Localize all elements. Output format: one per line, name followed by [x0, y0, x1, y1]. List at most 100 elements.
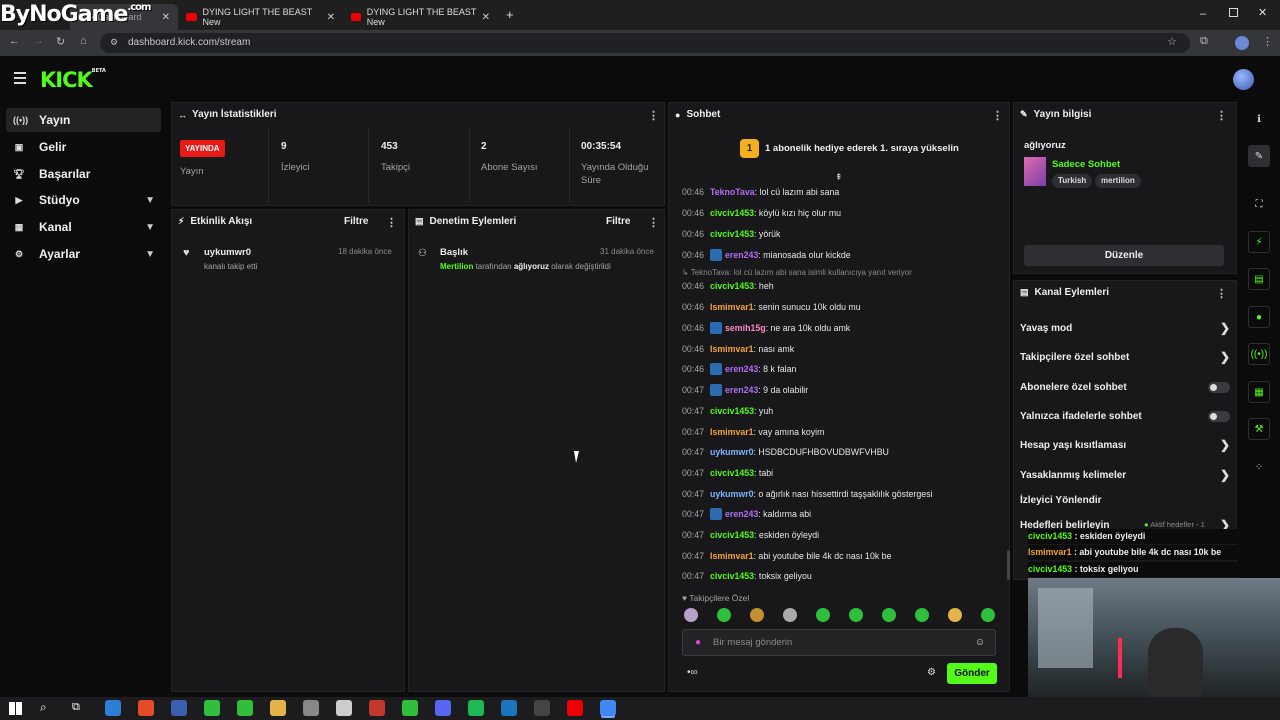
chat-username[interactable]: eren243: [725, 250, 758, 260]
toggle-switch[interactable]: [1208, 381, 1230, 393]
chat-username[interactable]: TeknoTava: [710, 187, 755, 197]
bolt-rail-icon[interactable]: ⚡︎: [1248, 231, 1270, 253]
sidebar-item-kanal[interactable]: ▦ Kanal ▼: [6, 215, 161, 239]
edit-stream-button[interactable]: Düzenle: [1024, 245, 1224, 266]
emote-icon[interactable]: [981, 608, 995, 622]
chat-menu-icon[interactable]: ⋮: [992, 109, 1003, 122]
steam-icon[interactable]: [501, 700, 517, 716]
sidebar-item-gelir[interactable]: ▣ Gelir: [6, 135, 161, 159]
stats-menu-icon[interactable]: ⋮: [648, 109, 659, 122]
chat-username[interactable]: civciv1453: [710, 208, 754, 218]
extensions-icon[interactable]: ⧉: [1200, 35, 1208, 48]
edit-icon[interactable]: ✎: [1248, 145, 1270, 167]
reload-icon[interactable]: ↻: [56, 35, 65, 48]
moderation-actor[interactable]: Mertilion: [440, 262, 473, 271]
activity-menu-icon[interactable]: ⋮: [386, 216, 397, 229]
chat-username[interactable]: civciv1453: [710, 406, 754, 416]
settings-app-icon[interactable]: [336, 700, 352, 716]
chat-username[interactable]: eren243: [725, 385, 758, 395]
moderation-menu-icon[interactable]: ⋮: [648, 216, 659, 229]
emote-icon[interactable]: [783, 608, 797, 622]
chat-rail-icon[interactable]: ●: [1248, 306, 1270, 328]
obs-icon[interactable]: [402, 700, 418, 716]
sidebar-item-studyo[interactable]: ▶ Stüdyo ▼: [6, 188, 161, 212]
chat-username[interactable]: uykumwr0: [710, 489, 754, 499]
new-tab-button[interactable]: +: [506, 7, 514, 22]
emote-icon[interactable]: [915, 608, 929, 622]
windows-start-icon[interactable]: [9, 702, 22, 715]
chat-username[interactable]: Ismimvar1: [710, 427, 754, 437]
browser-tab-youtube-2[interactable]: DYING LIGHT THE BEAST New ✕: [343, 4, 498, 30]
chat-username[interactable]: Ismimvar1: [710, 302, 754, 312]
emote-icon[interactable]: [816, 608, 830, 622]
task-view-icon[interactable]: ⧉: [72, 701, 80, 714]
channel-action-row[interactable]: Abonelere özel sohbet: [1020, 379, 1230, 395]
chat-username[interactable]: civciv1453: [710, 281, 754, 291]
chat-username[interactable]: civciv1453: [710, 530, 754, 540]
wrench-rail-icon[interactable]: ⚒: [1248, 418, 1270, 440]
chat-points-icon[interactable]: •∞: [687, 667, 698, 678]
broadcast-rail-icon[interactable]: ((•)): [1248, 343, 1270, 365]
info-icon[interactable]: ℹ︎: [1248, 108, 1270, 130]
channel-action-row[interactable]: Yasaklanmış kelimeler ❯: [1020, 467, 1230, 483]
browser-icon[interactable]: [600, 700, 616, 716]
emote-icon[interactable]: [750, 608, 764, 622]
browser-tab-youtube-1[interactable]: DYING LIGHT THE BEAST New ✕: [178, 4, 343, 30]
fullscreen-icon[interactable]: ⛶: [1248, 193, 1270, 215]
pinned-gift-banner[interactable]: 1 1 abonelik hediye ederek 1. sıraya yük…: [740, 139, 959, 158]
close-icon[interactable]: ✕: [327, 12, 335, 23]
opera-icon[interactable]: [567, 700, 583, 716]
tag-chip[interactable]: Turkish: [1052, 174, 1093, 188]
emoji-icon[interactable]: ☺: [975, 637, 985, 648]
minimize-icon[interactable]: –: [1200, 8, 1206, 20]
browser-menu-icon[interactable]: ⋮: [1262, 35, 1273, 48]
chat-username[interactable]: Ismimvar1: [710, 551, 754, 561]
emote-icon[interactable]: [849, 608, 863, 622]
discord-icon[interactable]: [435, 700, 451, 716]
apps-icon[interactable]: ⁘: [1248, 456, 1270, 478]
chat-username[interactable]: eren243: [725, 364, 758, 374]
stats-rail-icon[interactable]: ▦: [1248, 381, 1270, 403]
epic-icon[interactable]: [534, 700, 550, 716]
activity-user[interactable]: uykumwr0: [204, 247, 251, 258]
close-icon[interactable]: ✕: [162, 12, 170, 23]
chat-username[interactable]: semih15g: [725, 323, 766, 333]
sidebar-item-ayarlar[interactable]: ⚙ Ayarlar ▼: [6, 242, 161, 266]
chat-username[interactable]: civciv1453: [710, 571, 754, 581]
folder-icon[interactable]: [270, 700, 286, 716]
channel-action-row[interactable]: Takipçilere özel sohbet ❯: [1020, 349, 1230, 365]
channel-action-row[interactable]: Hesap yaşı kısıtlaması ❯: [1020, 437, 1230, 453]
window-close-icon[interactable]: ✕: [1258, 6, 1267, 19]
site-info-icon[interactable]: ⚙: [110, 37, 118, 48]
moderation-filter-button[interactable]: Filtre: [606, 216, 630, 227]
url-field[interactable]: dashboard.kick.com/stream: [100, 33, 1190, 53]
back-icon[interactable]: ←: [9, 35, 20, 47]
search-icon[interactable]: ⌕: [40, 700, 47, 715]
chat-input[interactable]: ● Bir mesaj gönderin ☺: [682, 629, 996, 656]
send-button[interactable]: Gönder: [947, 663, 997, 684]
sidebar-item-yayin[interactable]: ((•)) Yayın: [6, 108, 161, 132]
toggle-switch[interactable]: [1208, 410, 1230, 422]
channel-actions-menu-icon[interactable]: ⋮: [1216, 287, 1227, 300]
channel-action-row[interactable]: İzleyici Yönlendir: [1020, 492, 1230, 508]
activity-filter-button[interactable]: Filtre: [344, 216, 368, 227]
chat-username[interactable]: civciv1453: [710, 229, 754, 239]
chat-scrollbar[interactable]: [1007, 550, 1010, 580]
news-icon[interactable]: [369, 700, 385, 716]
hamburger-menu-icon[interactable]: [14, 72, 26, 87]
scroll-to-top-icon[interactable]: ⇞: [835, 172, 843, 183]
chat-username[interactable]: Ismimvar1: [710, 344, 754, 354]
maximize-icon[interactable]: [1229, 8, 1238, 17]
chat-username[interactable]: eren243: [725, 509, 758, 519]
store-icon[interactable]: [105, 700, 121, 716]
sidebar-item-basarilar[interactable]: 🏆︎ Başarılar: [6, 162, 161, 186]
clipboard-rail-icon[interactable]: ▤: [1248, 268, 1270, 290]
tag-chip[interactable]: mertilion: [1095, 174, 1141, 188]
chat-username[interactable]: civciv1453: [710, 468, 754, 478]
stream-info-menu-icon[interactable]: ⋮: [1216, 109, 1227, 122]
category-name[interactable]: Sadece Sohbet: [1052, 159, 1120, 170]
forward-icon[interactable]: →: [33, 35, 44, 47]
profile-icon[interactable]: [1235, 36, 1249, 50]
emote-icon[interactable]: [684, 608, 698, 622]
chat-settings-icon[interactable]: ⚙: [927, 667, 936, 678]
